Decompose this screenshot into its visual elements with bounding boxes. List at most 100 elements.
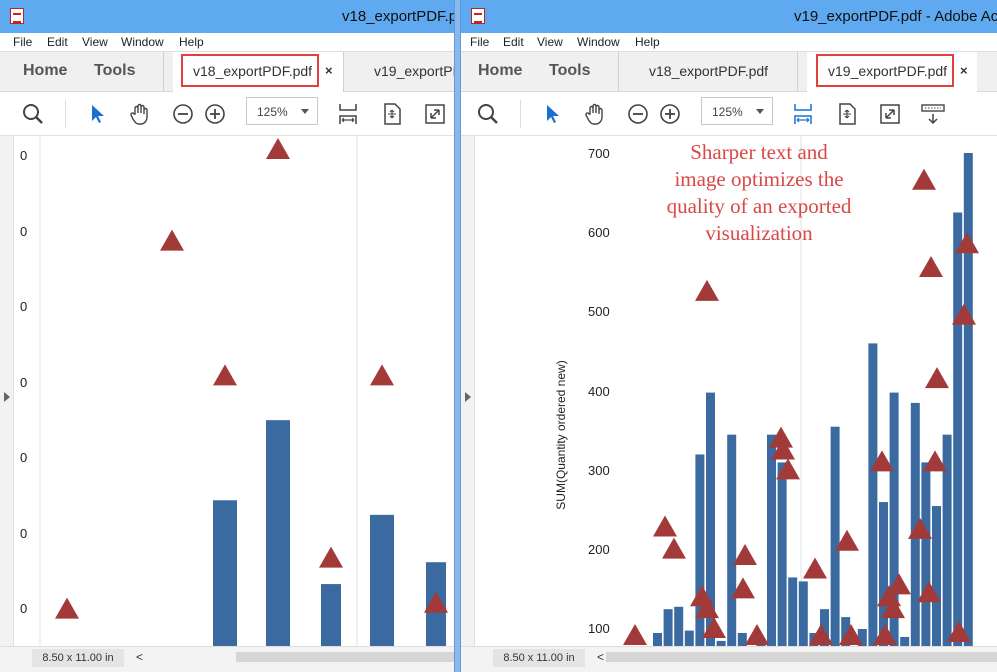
fit-page-icon[interactable] bbox=[380, 102, 404, 126]
bar bbox=[737, 632, 747, 646]
bar bbox=[370, 514, 394, 646]
triangle-marker bbox=[55, 597, 79, 619]
menu-edit[interactable]: Edit bbox=[47, 35, 68, 49]
page-size-label: 8.50 x 11.00 in bbox=[32, 649, 124, 667]
chevron-down-icon bbox=[756, 109, 764, 114]
tools-tab[interactable]: Tools bbox=[549, 62, 590, 80]
horizontal-scrollbar[interactable] bbox=[606, 652, 997, 662]
bar bbox=[653, 632, 662, 646]
scroll-left-button[interactable]: < bbox=[136, 650, 143, 664]
zoom-select[interactable]: 125% bbox=[246, 97, 318, 125]
zoom-select[interactable]: 125% bbox=[701, 97, 773, 125]
bar bbox=[684, 630, 694, 646]
right-statusbar: 8.50 x 11.00 in < bbox=[461, 646, 997, 672]
bar bbox=[900, 636, 910, 646]
search-icon[interactable] bbox=[476, 102, 500, 126]
home-tab[interactable]: Home bbox=[478, 62, 522, 80]
home-tab[interactable]: Home bbox=[23, 62, 67, 80]
menu-file[interactable]: File bbox=[470, 35, 489, 49]
menu-help[interactable]: Help bbox=[635, 35, 660, 49]
pdf-app-icon bbox=[471, 8, 485, 24]
left-document-viewport[interactable]: 0 0 0 0 0 0 0 bbox=[0, 136, 454, 646]
horizontal-scrollbar[interactable] bbox=[236, 652, 454, 662]
doc-tab-v19[interactable]: v19_exportPD bbox=[344, 52, 455, 92]
triangle-marker bbox=[702, 617, 726, 638]
bar bbox=[963, 153, 973, 646]
triangle-marker bbox=[803, 557, 827, 579]
right-document-viewport[interactable]: SUM(Quantity ordered new) 700 600 500 40… bbox=[461, 136, 997, 646]
left-toolbar bbox=[0, 92, 454, 136]
doc-tab-v19[interactable]: v19_exportPDF.pdf × bbox=[807, 52, 977, 92]
right-titlebar[interactable]: v19_exportPDF.pdf - Adobe Ac bbox=[461, 0, 997, 33]
doc-tab-v18[interactable]: v18_exportPDF.pdf × bbox=[173, 52, 343, 92]
triangle-marker bbox=[733, 544, 757, 566]
right-menubar: File Edit View Window Help bbox=[461, 33, 997, 51]
fit-page-icon[interactable] bbox=[835, 102, 859, 126]
select-arrow-icon[interactable] bbox=[541, 102, 565, 126]
zoom-out-icon[interactable] bbox=[171, 102, 195, 126]
bar bbox=[266, 420, 290, 646]
y-tick-label: 600 bbox=[588, 225, 610, 240]
zoom-value: 125% bbox=[712, 105, 743, 119]
close-tab-icon[interactable]: × bbox=[960, 63, 968, 78]
bar bbox=[321, 584, 341, 646]
bar bbox=[868, 343, 878, 646]
left-statusbar: 8.50 x 11.00 in < bbox=[0, 646, 454, 672]
hand-tool-icon[interactable] bbox=[583, 102, 607, 126]
close-tab-icon[interactable]: × bbox=[325, 63, 333, 78]
left-tabbar: Home Tools v18_exportPDF.pdf × v19_expor… bbox=[0, 51, 454, 92]
triangle-marker bbox=[623, 624, 647, 645]
select-arrow-icon[interactable] bbox=[86, 102, 110, 126]
bar bbox=[830, 426, 840, 646]
menu-file[interactable]: File bbox=[13, 35, 32, 49]
annotation-line: image optimizes the bbox=[674, 167, 844, 191]
search-icon[interactable] bbox=[21, 102, 45, 126]
triangle-marker bbox=[925, 367, 949, 389]
y-tick-label: 200 bbox=[588, 542, 610, 557]
doc-tab-label: v18_exportPDF.pdf bbox=[649, 63, 769, 79]
doc-tab-v18[interactable]: v18_exportPDF.pdf bbox=[619, 52, 797, 92]
menu-window[interactable]: Window bbox=[577, 35, 620, 49]
toolbar-divider bbox=[65, 100, 66, 128]
menu-window[interactable]: Window bbox=[121, 35, 164, 49]
left-titlebar[interactable]: v18_exportPDF.pd bbox=[0, 0, 454, 33]
read-mode-icon[interactable] bbox=[921, 102, 945, 126]
bar bbox=[727, 434, 737, 646]
triangle-marker bbox=[370, 364, 394, 386]
scroll-left-button[interactable]: < bbox=[597, 650, 604, 664]
bar bbox=[767, 434, 776, 646]
hand-tool-icon[interactable] bbox=[128, 102, 152, 126]
page-size-label: 8.50 x 11.00 in bbox=[493, 649, 585, 667]
full-screen-icon[interactable] bbox=[423, 102, 447, 126]
doc-tab-label: v19_exportPD bbox=[374, 63, 455, 79]
y-tick-label: 500 bbox=[588, 304, 610, 319]
zoom-value: 125% bbox=[257, 105, 288, 119]
zoom-out-icon[interactable] bbox=[626, 102, 650, 126]
bar bbox=[213, 500, 237, 646]
menu-help[interactable]: Help bbox=[179, 35, 204, 49]
bar bbox=[798, 581, 808, 646]
zoom-in-icon[interactable] bbox=[203, 102, 227, 126]
annotation-line: quality of an exported bbox=[666, 194, 852, 218]
fit-width-icon[interactable] bbox=[336, 102, 360, 126]
triangle-marker bbox=[745, 624, 769, 645]
tools-tab[interactable]: Tools bbox=[94, 62, 135, 80]
fit-width-icon[interactable] bbox=[791, 102, 815, 126]
right-window-title: v19_exportPDF.pdf - Adobe Ac bbox=[794, 8, 997, 25]
menu-edit[interactable]: Edit bbox=[503, 35, 524, 49]
pdf-app-icon bbox=[10, 8, 24, 24]
triangle-marker bbox=[653, 515, 677, 537]
menu-view[interactable]: View bbox=[537, 35, 563, 49]
zoom-in-icon[interactable] bbox=[658, 102, 682, 126]
bar bbox=[777, 462, 787, 646]
y-tick-label: 700 bbox=[588, 146, 610, 161]
triangle-marker bbox=[319, 546, 343, 568]
triangle-marker bbox=[213, 364, 237, 386]
left-menubar: File Edit View Window Help bbox=[0, 33, 454, 51]
right-tabbar: Home Tools v18_exportPDF.pdf v19_exportP… bbox=[461, 51, 997, 92]
right-acrobat-window: v19_exportPDF.pdf - Adobe Ac File Edit V… bbox=[460, 0, 997, 672]
y-axis-label: SUM(Quantity ordered new) bbox=[554, 360, 568, 510]
doc-tab-label: v18_exportPDF.pdf bbox=[193, 63, 313, 79]
menu-view[interactable]: View bbox=[82, 35, 108, 49]
full-screen-icon[interactable] bbox=[878, 102, 902, 126]
